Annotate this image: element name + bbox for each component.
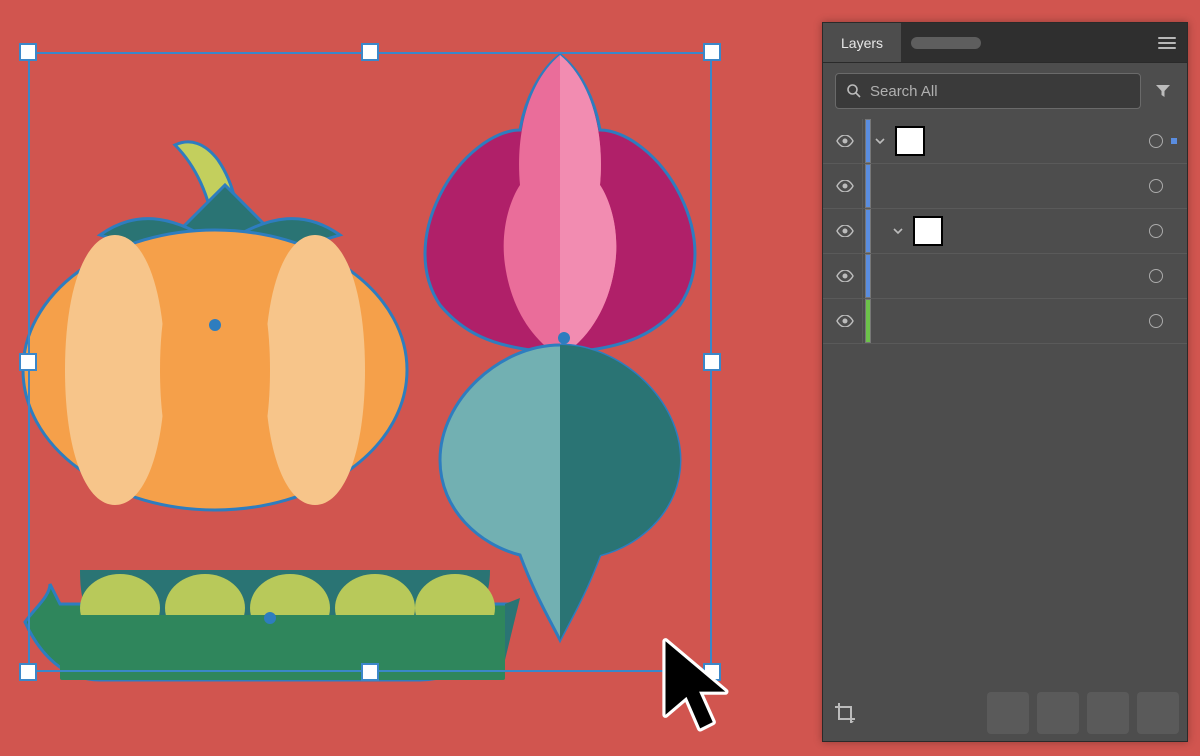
center-point-peapod[interactable]: [264, 612, 276, 624]
layer-filter-button[interactable]: [1151, 79, 1175, 103]
search-box[interactable]: [835, 73, 1141, 109]
search-icon: [846, 83, 862, 99]
layer-visibility-toggle[interactable]: [827, 299, 863, 343]
eye-icon: [836, 225, 854, 237]
chevron-down-icon: [893, 226, 903, 236]
layer-row[interactable]: [823, 299, 1187, 344]
eye-icon: [836, 315, 854, 327]
selection-handle-nw[interactable]: [19, 43, 37, 61]
layers-list: [823, 119, 1187, 685]
layer-color-bar: [865, 299, 871, 343]
layer-row[interactable]: [823, 209, 1187, 254]
selection-handle-ne[interactable]: [703, 43, 721, 61]
layer-selected-indicator: [1171, 138, 1177, 144]
layer-target-button[interactable]: [1149, 314, 1163, 328]
selection-handle-sw[interactable]: [19, 663, 37, 681]
panel-tabbar: Layers: [823, 23, 1187, 63]
layer-visibility-toggle[interactable]: [827, 254, 863, 298]
crop-icon: [833, 701, 857, 725]
footer-button-3[interactable]: [1087, 692, 1129, 734]
layer-target-button[interactable]: [1149, 134, 1163, 148]
panel-menu-button[interactable]: [1147, 23, 1187, 62]
layer-visibility-toggle[interactable]: [827, 164, 863, 208]
layer-row[interactable]: [823, 119, 1187, 164]
artboard-canvas[interactable]: [0, 0, 810, 756]
clipping-mask-button[interactable]: [831, 699, 859, 727]
footer-button-1[interactable]: [987, 692, 1029, 734]
eye-icon: [836, 135, 854, 147]
selection-handle-s[interactable]: [361, 663, 379, 681]
tab-layers[interactable]: Layers: [823, 23, 901, 62]
layer-color-bar: [865, 209, 871, 253]
footer-button-2[interactable]: [1037, 692, 1079, 734]
selection-bounds[interactable]: [28, 52, 712, 672]
layer-row[interactable]: [823, 254, 1187, 299]
layer-target-button[interactable]: [1149, 269, 1163, 283]
tab-inactive[interactable]: [901, 23, 991, 62]
eye-icon: [836, 270, 854, 282]
layer-thumbnail[interactable]: [895, 126, 925, 156]
menu-icon: [1158, 34, 1176, 52]
layers-panel: Layers: [822, 22, 1188, 742]
layer-target-button[interactable]: [1149, 224, 1163, 238]
footer-button-4[interactable]: [1137, 692, 1179, 734]
layer-thumbnail[interactable]: [913, 216, 943, 246]
layer-color-bar: [865, 164, 871, 208]
eye-icon: [836, 180, 854, 192]
layer-color-bar: [865, 254, 871, 298]
layer-target-button[interactable]: [1149, 179, 1163, 193]
selection-handle-n[interactable]: [361, 43, 379, 61]
selection-handle-w[interactable]: [19, 353, 37, 371]
layer-row[interactable]: [823, 164, 1187, 209]
layer-visibility-toggle[interactable]: [827, 119, 863, 163]
layer-expand-toggle[interactable]: [889, 226, 907, 236]
search-input[interactable]: [870, 83, 1130, 100]
selection-handle-e[interactable]: [703, 353, 721, 371]
panel-footer: [823, 685, 1187, 741]
search-row: [823, 63, 1187, 119]
filter-icon: [1154, 82, 1172, 100]
layer-expand-toggle[interactable]: [871, 136, 889, 146]
chevron-down-icon: [875, 136, 885, 146]
center-point-beet[interactable]: [558, 332, 570, 344]
layer-visibility-toggle[interactable]: [827, 209, 863, 253]
selection-handle-se[interactable]: [703, 663, 721, 681]
center-point-pumpkin[interactable]: [209, 319, 221, 331]
